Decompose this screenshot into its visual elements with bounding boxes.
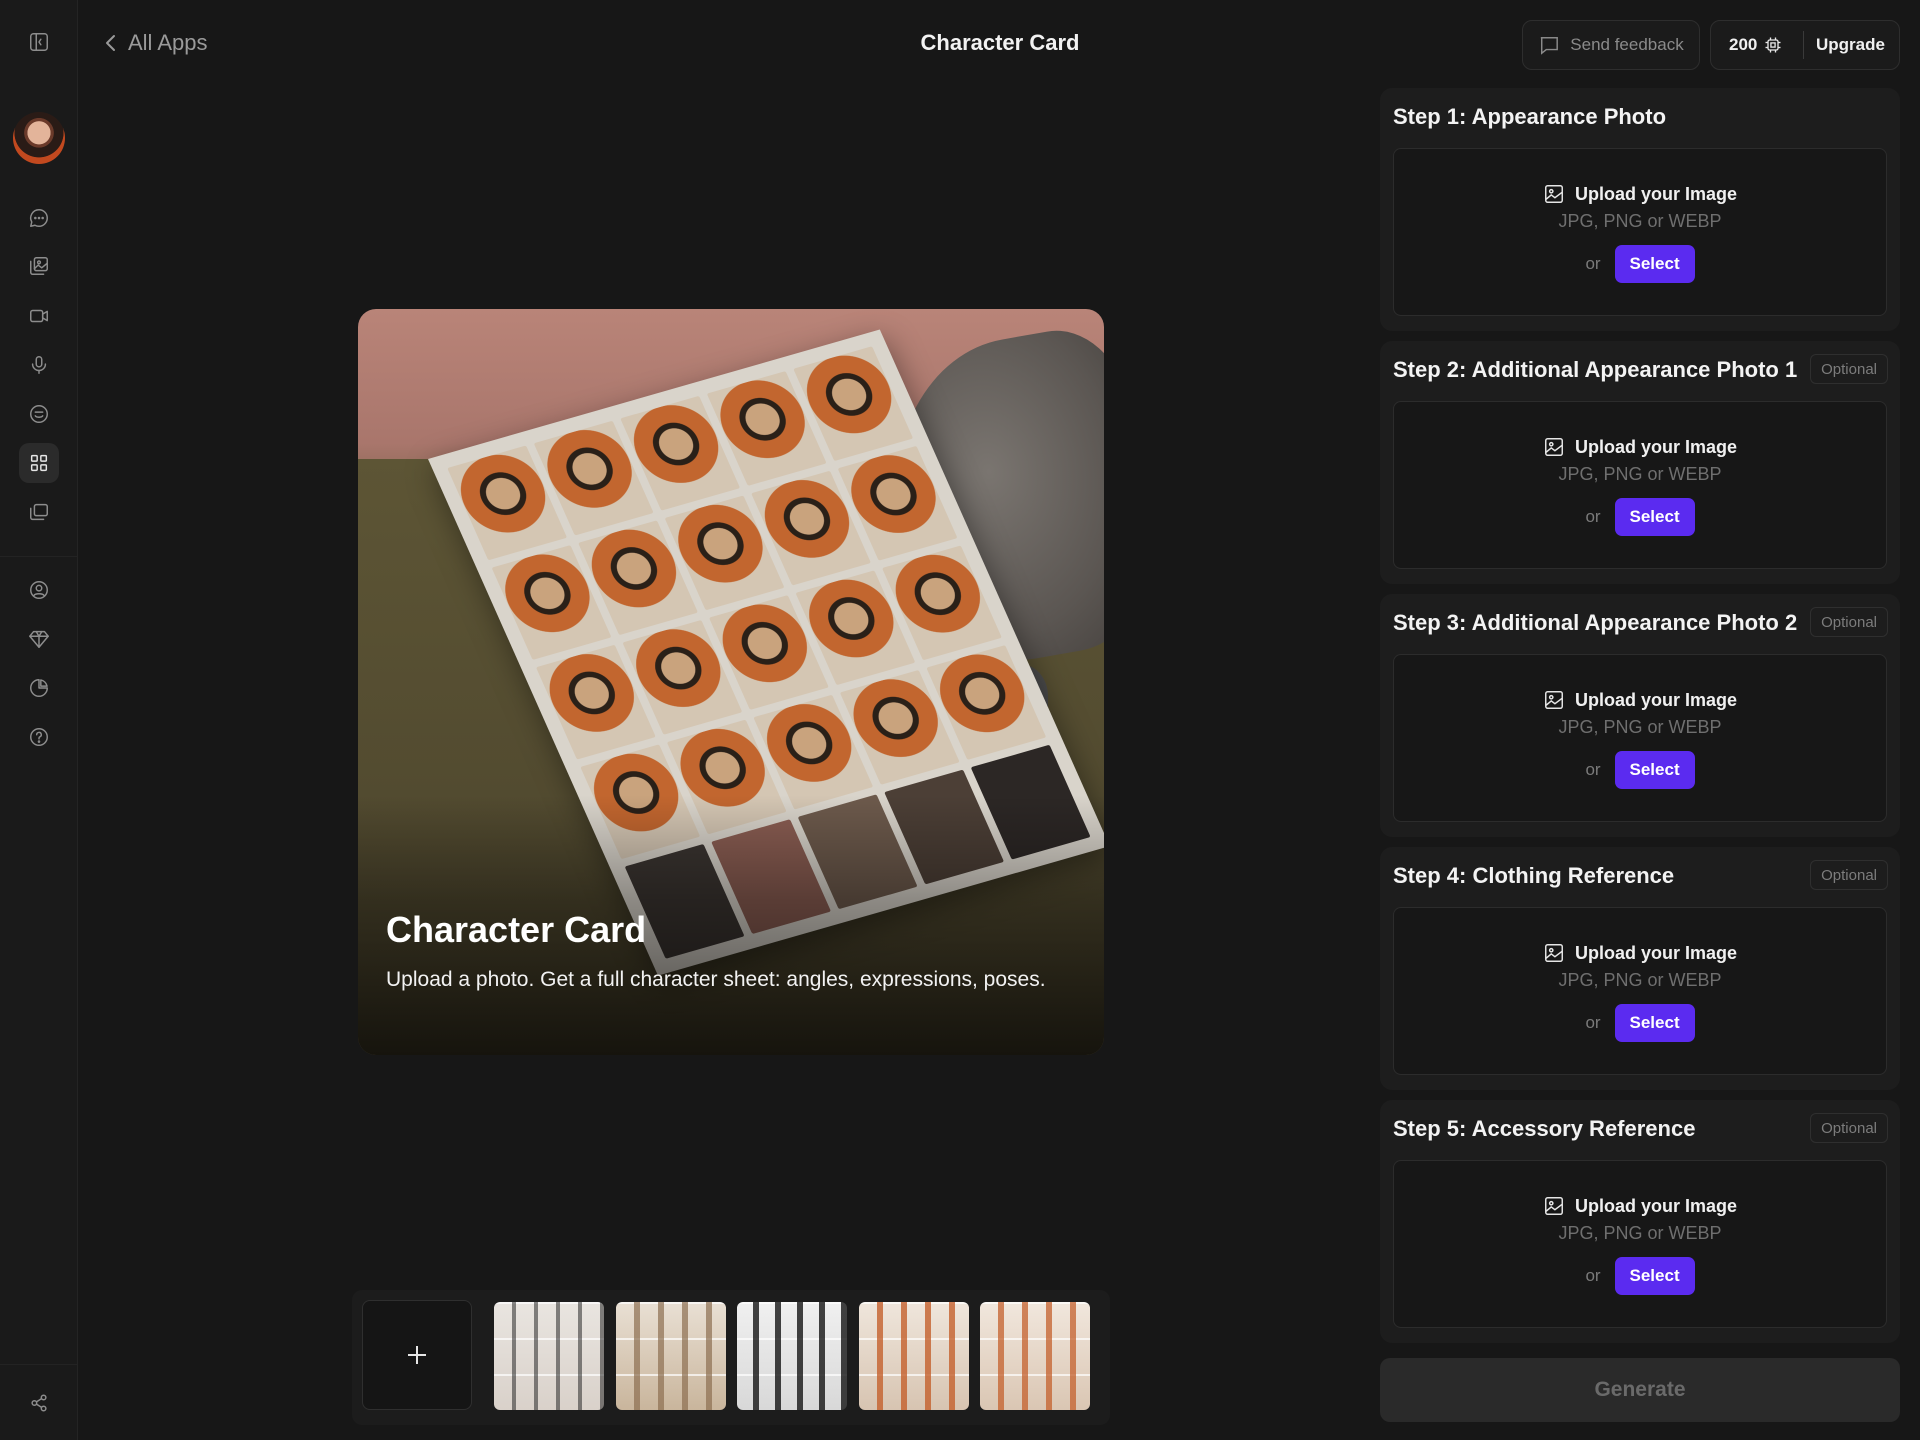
usage-chart-icon[interactable] (19, 668, 59, 708)
step-title: Step 5: Accessory Reference (1393, 1116, 1696, 1141)
upgrade-button[interactable]: Upgrade (1804, 35, 1885, 55)
sidebar-toggle-icon[interactable] (19, 22, 59, 62)
upload-dropzone[interactable]: Upload your Image JPG, PNG or WEBP or Se… (1393, 148, 1887, 316)
select-file-button[interactable]: Select (1614, 245, 1695, 283)
chevron-left-icon (106, 35, 115, 51)
or-label: or (1585, 1266, 1601, 1285)
image-icon (1545, 185, 1563, 203)
select-file-button[interactable]: Select (1614, 1257, 1695, 1295)
chat-icon[interactable] (19, 198, 59, 238)
or-label: or (1585, 507, 1601, 526)
select-file-button[interactable]: Select (1614, 498, 1695, 536)
user-avatar[interactable] (13, 112, 65, 164)
or-label: or (1585, 760, 1601, 779)
example-thumbnail[interactable] (616, 1302, 726, 1410)
select-file-button[interactable]: Select (1614, 1004, 1695, 1042)
hero-preview-card: Character Card Upload a photo. Get a ful… (358, 309, 1104, 1055)
optional-badge: Optional (1810, 607, 1888, 637)
example-thumbnail[interactable] (494, 1302, 604, 1410)
upload-dropzone[interactable]: Upload your Image JPG, PNG or WEBP or Se… (1393, 401, 1887, 569)
or-label: or (1585, 254, 1601, 273)
user-circle-icon[interactable] (19, 570, 59, 610)
share-icon[interactable] (19, 1383, 59, 1423)
upload-label: Upload your Image (1574, 1195, 1738, 1216)
feedback-label: Send feedback (1570, 35, 1684, 54)
example-thumbnail[interactable] (737, 1302, 847, 1410)
add-example-button[interactable] (362, 1300, 472, 1410)
example-thumbnail[interactable] (980, 1302, 1090, 1410)
upload-dropzone[interactable]: Upload your Image JPG, PNG or WEBP or Se… (1393, 907, 1887, 1075)
step-title: Step 3: Additional Appearance Photo 2 (1393, 610, 1798, 635)
credits-display[interactable]: 200 (1711, 35, 1803, 55)
image-icon (1545, 438, 1563, 456)
step-card: Step 2: Additional Appearance Photo 1 Op… (1380, 341, 1900, 584)
step-card: Step 1: Appearance Photo Upload your Ima… (1380, 88, 1900, 331)
image-icon (1545, 944, 1563, 962)
image-icon (1545, 691, 1563, 709)
accepted-formats: JPG, PNG or WEBP (1558, 970, 1722, 990)
accepted-formats: JPG, PNG or WEBP (1558, 464, 1722, 484)
credits-box: 200 Upgrade (1710, 20, 1900, 70)
optional-badge: Optional (1810, 860, 1888, 890)
apps-grid-icon[interactable] (19, 443, 59, 483)
optional-badge: Optional (1810, 1113, 1888, 1143)
message-icon (1541, 37, 1559, 55)
upload-label: Upload your Image (1574, 183, 1738, 204)
back-label: All Apps (128, 30, 208, 55)
step-title: Step 1: Appearance Photo (1393, 104, 1667, 129)
select-file-button[interactable]: Select (1614, 751, 1695, 789)
step-card: Step 4: Clothing Reference Optional Uplo… (1380, 847, 1900, 1090)
upload-dropzone[interactable]: Upload your Image JPG, PNG or WEBP or Se… (1393, 1160, 1887, 1328)
image-gallery-icon[interactable] (19, 246, 59, 286)
accepted-formats: JPG, PNG or WEBP (1558, 1223, 1722, 1243)
library-icon[interactable] (19, 492, 59, 532)
upload-label: Upload your Image (1574, 942, 1738, 963)
hero-title: Character Card (386, 909, 647, 950)
emoji-icon[interactable] (19, 394, 59, 434)
diamond-icon[interactable] (19, 619, 59, 659)
left-sidebar (0, 0, 78, 1440)
step-card: Step 3: Additional Appearance Photo 2 Op… (1380, 594, 1900, 837)
image-icon (1545, 1197, 1563, 1215)
page-title: Character Card (920, 30, 1080, 55)
example-thumbnail[interactable] (859, 1302, 969, 1410)
plus-icon (408, 1346, 426, 1364)
upload-label: Upload your Image (1574, 436, 1738, 457)
credits-count: 200 (1729, 35, 1758, 54)
video-icon[interactable] (19, 296, 59, 336)
upload-label: Upload your Image (1574, 689, 1738, 710)
accepted-formats: JPG, PNG or WEBP (1558, 717, 1722, 737)
hero-description: Upload a photo. Get a full character she… (386, 968, 1046, 991)
help-icon[interactable] (19, 717, 59, 757)
step-card: Step 5: Accessory Reference Optional Upl… (1380, 1100, 1900, 1343)
send-feedback-button[interactable]: Send feedback (1522, 20, 1700, 70)
or-label: or (1585, 1013, 1601, 1032)
step-title: Step 4: Clothing Reference (1393, 863, 1675, 888)
step-title: Step 2: Additional Appearance Photo 1 (1393, 357, 1798, 382)
microphone-icon[interactable] (19, 345, 59, 385)
chip-icon (1765, 37, 1781, 53)
generate-button[interactable]: Generate (1380, 1358, 1900, 1422)
optional-badge: Optional (1810, 354, 1888, 384)
back-to-all-apps-link[interactable]: All Apps (104, 28, 208, 58)
upload-dropzone[interactable]: Upload your Image JPG, PNG or WEBP or Se… (1393, 654, 1887, 822)
accepted-formats: JPG, PNG or WEBP (1558, 211, 1722, 231)
